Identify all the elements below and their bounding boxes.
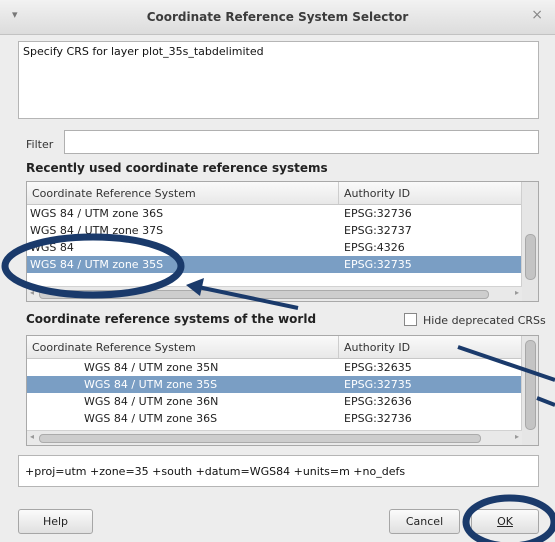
authority-id-cell: EPSG:32635 (344, 361, 412, 374)
recent-crs-list[interactable]: Coordinate Reference System Authority ID… (26, 181, 539, 302)
crs-name-cell: WGS 84 / UTM zone 35N (84, 361, 219, 374)
authority-id-cell: EPSG:32636 (344, 395, 412, 408)
hide-deprecated-checkbox[interactable]: Hide deprecated CRSs (404, 313, 546, 327)
crs-name-cell: WGS 84 / UTM zone 36S (30, 207, 164, 220)
world-crs-title: Coordinate reference systems of the worl… (26, 312, 317, 326)
recent-vertical-scrollbar[interactable] (521, 182, 538, 301)
crs-name-cell: WGS 84 / UTM zone 35S (30, 258, 164, 271)
scroll-thumb[interactable] (39, 434, 481, 443)
table-row[interactable]: WGS 84 / UTM zone 35S EPSG:32735 (27, 256, 522, 273)
scroll-left-icon[interactable]: ◂ (30, 288, 34, 297)
authority-id-cell: EPSG:32736 (344, 412, 412, 425)
table-row[interactable]: WGS 84 / UTM zone 36S EPSG:32736 (27, 205, 522, 222)
proj-definition: +proj=utm +zone=35 +south +datum=WGS84 +… (18, 455, 539, 487)
cancel-button[interactable]: Cancel (389, 509, 460, 534)
authority-id-cell: EPSG:32735 (344, 258, 412, 271)
window-title: Coordinate Reference System Selector (146, 10, 409, 24)
close-icon[interactable]: × (531, 7, 543, 23)
help-button[interactable]: Help (18, 509, 93, 534)
recent-horizontal-scrollbar[interactable]: ◂ ▸ (27, 286, 522, 301)
scroll-right-icon[interactable]: ▸ (515, 288, 519, 297)
annotation-arrow-line-3 (536, 396, 555, 407)
crs-name-cell: WGS 84 / UTM zone 37S (30, 224, 164, 237)
authority-id-cell: EPSG:32736 (344, 207, 412, 220)
description-box: Specify CRS for layer plot_35s_tabdelimi… (18, 41, 539, 119)
filter-input[interactable] (64, 130, 539, 154)
table-row[interactable]: WGS 84 / UTM zone 35S EPSG:32735 (27, 376, 522, 393)
scroll-thumb[interactable] (39, 290, 489, 299)
world-list-header: Coordinate Reference System Authority ID (27, 336, 522, 359)
crs-name-cell: WGS 84 / UTM zone 36S (84, 412, 218, 425)
table-row[interactable]: WGS 84 / UTM zone 35N EPSG:32635 (27, 359, 522, 376)
table-row[interactable]: WGS 84 / UTM zone 36S EPSG:32736 (27, 410, 522, 427)
column-separator (338, 336, 339, 358)
table-row[interactable]: WGS 84 / UTM zone 36N EPSG:32636 (27, 393, 522, 410)
authority-id-cell: EPSG:4326 (344, 241, 405, 254)
table-row[interactable]: WGS 84 EPSG:4326 (27, 239, 522, 256)
title-bar: ▾ Coordinate Reference System Selector × (0, 0, 555, 35)
world-vertical-scrollbar[interactable] (521, 336, 538, 445)
column-header-authority[interactable]: Authority ID (344, 187, 410, 200)
crs-name-cell: WGS 84 / UTM zone 36N (84, 395, 219, 408)
crs-name-cell: WGS 84 (30, 241, 74, 254)
scroll-left-icon[interactable]: ◂ (30, 432, 34, 441)
scroll-thumb[interactable] (525, 340, 536, 430)
column-header-crs[interactable]: Coordinate Reference System (32, 187, 196, 200)
checkbox-box[interactable] (404, 313, 417, 326)
recent-list-header: Coordinate Reference System Authority ID (27, 182, 522, 205)
scroll-right-icon[interactable]: ▸ (515, 432, 519, 441)
scroll-thumb[interactable] (525, 234, 536, 280)
authority-id-cell: EPSG:32735 (344, 378, 412, 391)
world-horizontal-scrollbar[interactable]: ◂ ▸ (27, 430, 522, 445)
recent-crs-title: Recently used coordinate reference syste… (26, 161, 328, 175)
world-crs-list[interactable]: Coordinate Reference System Authority ID… (26, 335, 539, 446)
crs-name-cell: WGS 84 / UTM zone 35S (84, 378, 218, 391)
column-separator (338, 182, 339, 204)
hide-deprecated-label: Hide deprecated CRSs (423, 314, 546, 327)
filter-label: Filter (26, 138, 54, 151)
authority-id-cell: EPSG:32737 (344, 224, 412, 237)
ok-button[interactable]: OK (471, 509, 539, 534)
column-header-crs[interactable]: Coordinate Reference System (32, 341, 196, 354)
column-header-authority[interactable]: Authority ID (344, 341, 410, 354)
table-row[interactable]: WGS 84 / UTM zone 37S EPSG:32737 (27, 222, 522, 239)
